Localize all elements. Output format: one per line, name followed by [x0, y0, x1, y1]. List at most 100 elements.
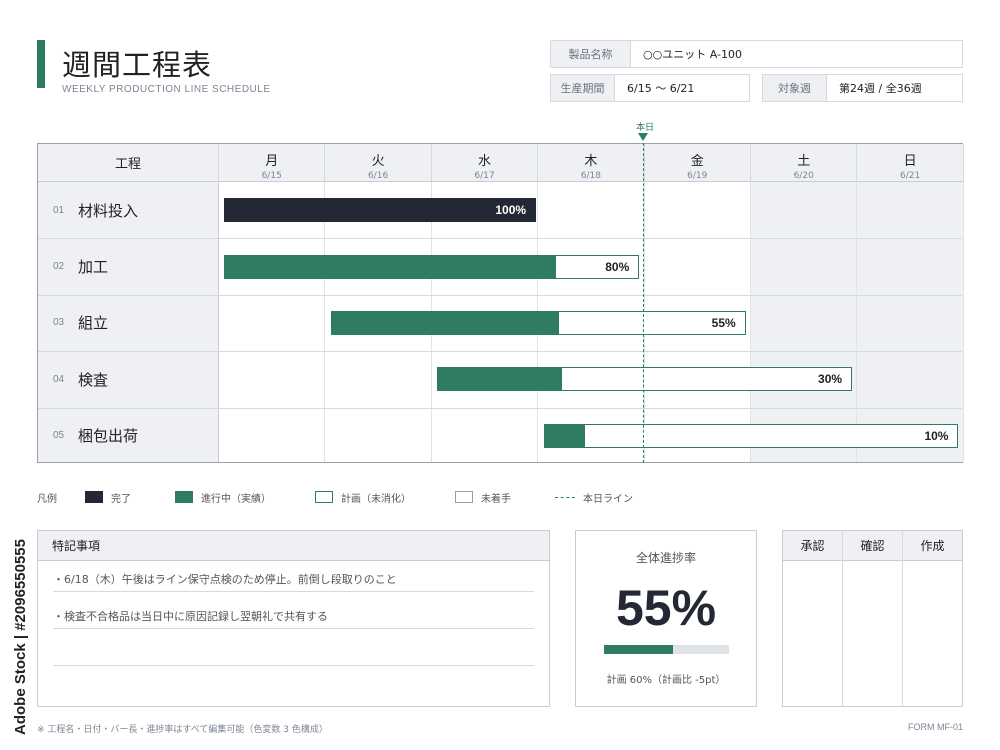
overall-progress-note: 計画 60%（計画比 -5pt）	[606, 675, 726, 686]
confirm-header: 確認	[843, 531, 902, 561]
day-header: 月 6/15	[219, 144, 326, 182]
overall-progress-panel: 全体進捗率 55% 計画 60%（計画比 -5pt）	[575, 530, 757, 707]
note-item[interactable]: ・6/18（木）午後はライン保守点検のため停止。前倒し段取りのこと	[53, 571, 397, 587]
period-label: 生産期間	[551, 75, 615, 101]
stock-watermark: Adobe Stock | #2096550555	[12, 539, 29, 735]
task-progress-label: 10%	[924, 428, 949, 443]
legend-not-started-label: 未着手	[481, 493, 511, 505]
task-name[interactable]: 加工	[78, 256, 108, 277]
day-header: 木 6/18	[538, 144, 645, 182]
task-label: 01 材料投入	[38, 182, 219, 238]
legend-today-line-label: 本日ライン	[583, 493, 633, 505]
legend: 凡例 完了 進行中（実績） 計画（未消化） 未着手 本日ライン	[37, 490, 677, 505]
day-date: 6/20	[793, 171, 814, 181]
task-bar[interactable]: 100%	[224, 198, 537, 223]
product-label: 製品名称	[551, 41, 631, 67]
task-label: 02 加工	[38, 238, 219, 294]
task-label: 05 梱包出荷	[38, 408, 219, 464]
notes-panel: 特記事項 ・6/18（木）午後はライン保守点検のため停止。前倒し段取りのこと ・…	[37, 530, 550, 707]
period-value[interactable]: 6/15 〜 6/21	[615, 75, 694, 101]
legend-done: 完了	[85, 490, 131, 505]
task-name[interactable]: 梱包出荷	[78, 425, 138, 446]
period-info: 生産期間 6/15 〜 6/21	[550, 74, 750, 102]
task-progress-label: 30%	[818, 372, 843, 387]
task-bar[interactable]: 80%	[224, 254, 640, 279]
overall-progress-bar	[604, 645, 729, 654]
task-progress-bar	[437, 367, 562, 392]
task-name[interactable]: 組立	[78, 312, 108, 333]
day-date: 6/19	[687, 171, 708, 181]
gantt-chart: 工程 月 6/15 火 6/16 水 6/17 木 6/18 金 6/19 土 6/20 日 6/21 01…	[37, 143, 964, 464]
page-title: 週間工程表	[62, 48, 213, 82]
task-number: 04	[53, 373, 65, 385]
day-date: 6/15	[261, 171, 282, 181]
note-divider	[53, 665, 534, 666]
today-marker-arrow-icon	[638, 133, 648, 141]
legend-in-progress-swatch	[175, 491, 193, 503]
legend-title: 凡例	[37, 493, 57, 505]
task-progress-bar	[543, 423, 585, 448]
task-number: 01	[53, 204, 65, 216]
task-progress-label: 100%	[495, 203, 527, 218]
approve-column[interactable]: 承認	[783, 531, 843, 706]
legend-plan: 計画（未消化）	[315, 490, 411, 505]
create-header: 作成	[903, 531, 962, 561]
legend-not-started: 未着手	[455, 490, 511, 505]
task-progress-label: 55%	[711, 316, 736, 330]
day-date: 6/17	[474, 171, 495, 181]
product-value[interactable]: ○○ユニット A-100	[631, 41, 742, 67]
task-number: 02	[53, 260, 65, 272]
day-date: 6/21	[899, 171, 921, 181]
create-column[interactable]: 作成	[903, 531, 962, 706]
task-bar[interactable]: 30%	[437, 367, 853, 392]
legend-today-line-swatch	[555, 496, 575, 498]
task-progress-label: 80%	[605, 259, 630, 274]
day-name: 木	[584, 154, 598, 169]
footer-note: ※ 工程名・日付・バー長・進捗率はすべて編集可能（色変数 3 色構成）	[37, 725, 328, 735]
legend-done-label: 完了	[111, 493, 131, 505]
day-name: 月	[265, 154, 279, 169]
overall-progress-value: 55%	[615, 580, 717, 636]
day-date: 6/16	[367, 171, 389, 181]
day-name: 金	[690, 154, 704, 169]
task-bar[interactable]: 55%	[330, 311, 746, 335]
legend-not-started-swatch	[455, 491, 473, 503]
page-subtitle: WEEKLY PRODUCTION LINE SCHEDULE	[62, 84, 271, 95]
task-name[interactable]: 検査	[78, 369, 108, 390]
process-column-header: 工程	[38, 144, 219, 182]
task-bar[interactable]: 10%	[543, 423, 959, 448]
day-header: 火 6/16	[325, 144, 432, 182]
task-label: 03 組立	[38, 295, 219, 351]
task-number: 05	[53, 430, 65, 442]
approve-header: 承認	[783, 531, 842, 561]
confirm-column[interactable]: 確認	[843, 531, 903, 706]
week-value[interactable]: 第24週 / 全36週	[827, 75, 922, 101]
today-marker-label: 本日	[636, 123, 655, 133]
approval-stamps: 承認 確認 作成	[782, 530, 963, 707]
task-number: 03	[53, 317, 65, 329]
note-item[interactable]: ・検査不合格品は当日中に原因記録し翌朝礼で共有する	[53, 608, 328, 624]
week-info: 対象週 第24週 / 全36週	[762, 74, 963, 102]
legend-today-line: 本日ライン	[555, 490, 633, 505]
task-progress-bar	[330, 311, 559, 335]
task-label: 04 検査	[38, 351, 219, 407]
form-id: FORM MF-01	[908, 722, 963, 732]
today-line	[643, 143, 644, 463]
task-progress-bar	[224, 198, 537, 223]
day-header: 土 6/20	[751, 144, 858, 182]
legend-in-progress: 進行中（実績）	[175, 490, 271, 505]
task-name[interactable]: 材料投入	[78, 200, 138, 221]
legend-in-progress-label: 進行中（実績）	[201, 493, 271, 505]
day-column	[751, 182, 858, 462]
day-date: 6/18	[580, 171, 601, 181]
day-name: 水	[477, 154, 491, 169]
product-info: 製品名称 ○○ユニット A-100	[550, 40, 963, 68]
day-name: 日	[903, 154, 917, 169]
day-header: 水 6/17	[431, 144, 539, 182]
task-progress-bar	[224, 254, 557, 279]
legend-plan-label: 計画（未消化）	[341, 493, 411, 505]
day-header: 金 6/19	[644, 144, 751, 182]
overall-progress-title: 全体進捗率	[635, 551, 696, 565]
note-divider	[53, 591, 534, 592]
day-column	[219, 182, 326, 462]
